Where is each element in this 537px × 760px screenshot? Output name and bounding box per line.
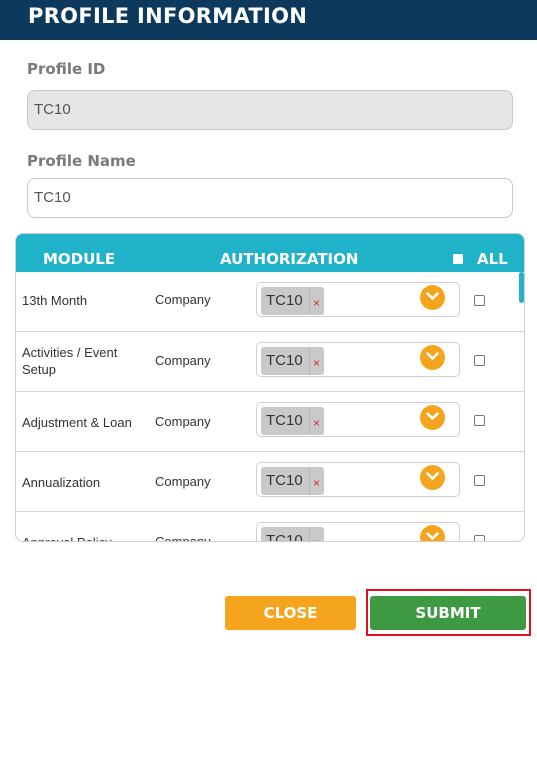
authorization-level: Company — [155, 414, 211, 429]
table-row: Activities / Event Setup Company TC10 × — [16, 332, 524, 392]
selected-tag: TC10 × — [261, 407, 324, 435]
module-name: 13th Month — [22, 293, 88, 308]
profile-multiselect[interactable]: TC10 × — [256, 282, 460, 317]
close-icon[interactable]: × — [313, 356, 320, 370]
selected-tag: TC10 × — [261, 347, 324, 375]
select-all-checkbox[interactable] — [453, 254, 463, 264]
chevron-down-icon[interactable] — [420, 405, 445, 430]
table-row: 13th Month Company TC10 × — [16, 272, 524, 332]
profile-multiselect[interactable]: TC10 × — [256, 402, 460, 437]
authorization-level: Company — [155, 474, 211, 489]
chevron-down-icon[interactable] — [420, 525, 445, 541]
tag-divider — [309, 527, 310, 541]
profile-modal: PROFILE INFORMATION Profile ID TC10 Prof… — [0, 0, 537, 760]
tag-label: TC10 — [266, 532, 303, 542]
close-button[interactable]: CLOSE — [225, 596, 356, 630]
modal-header: PROFILE INFORMATION — [0, 0, 537, 40]
table-body: 13th Month Company TC10 × Activities / E… — [16, 272, 524, 542]
column-header-module: MODULE — [43, 250, 116, 268]
profile-multiselect[interactable]: TC10 × — [256, 342, 460, 377]
column-header-authorization: AUTHORIZATION — [220, 250, 359, 268]
profile-id-label: Profile ID — [27, 60, 106, 78]
selected-tag: TC10 × — [261, 287, 324, 315]
selected-tag: TC10 × — [261, 467, 324, 495]
selected-tag: TC10 × — [261, 527, 324, 542]
row-checkbox[interactable] — [474, 295, 485, 306]
profile-name-label: Profile Name — [27, 152, 136, 170]
table-row: Approval Policy Company TC10 × — [16, 512, 524, 542]
tag-divider — [309, 467, 310, 495]
tag-divider — [309, 407, 310, 435]
table-scrollbar[interactable] — [519, 272, 524, 303]
tag-divider — [309, 287, 310, 315]
module-name: Activities / Event Setup — [22, 345, 118, 377]
profile-id-field: TC10 — [27, 90, 513, 130]
row-checkbox[interactable] — [474, 475, 485, 486]
profile-name-field[interactable]: TC10 — [27, 178, 513, 218]
close-icon[interactable]: × — [313, 476, 320, 490]
tag-label: TC10 — [266, 352, 303, 369]
close-icon[interactable]: × — [313, 296, 320, 310]
chevron-down-icon[interactable] — [420, 345, 445, 370]
authorization-level: Company — [155, 534, 211, 542]
table-header: MODULE AUTHORIZATION ALL — [16, 234, 524, 272]
authorization-level: Company — [155, 292, 211, 307]
module-name: Adjustment & Loan — [22, 415, 132, 430]
table-row: Adjustment & Loan Company TC10 × — [16, 392, 524, 452]
module-name: Approval Policy — [22, 534, 142, 541]
row-checkbox[interactable] — [474, 535, 485, 541]
row-checkbox[interactable] — [474, 415, 485, 426]
tag-label: TC10 — [266, 472, 303, 489]
chevron-down-icon[interactable] — [420, 465, 445, 490]
authorization-table: MODULE AUTHORIZATION ALL 13th Month Comp… — [15, 233, 525, 542]
page-title: PROFILE INFORMATION — [28, 4, 308, 28]
profile-multiselect[interactable]: TC10 × — [256, 462, 460, 497]
profile-multiselect[interactable]: TC10 × — [256, 522, 460, 542]
submit-button[interactable]: SUBMIT — [370, 596, 526, 630]
tag-divider — [309, 347, 310, 375]
column-header-all: ALL — [477, 250, 508, 268]
authorization-level: Company — [155, 353, 211, 368]
chevron-down-icon[interactable] — [420, 285, 445, 310]
table-row: Annualization Company TC10 × — [16, 452, 524, 512]
module-name: Annualization — [22, 475, 101, 490]
close-icon[interactable]: × — [313, 536, 320, 541]
close-icon[interactable]: × — [313, 416, 320, 430]
tag-label: TC10 — [266, 412, 303, 429]
tag-label: TC10 — [266, 292, 303, 309]
row-checkbox[interactable] — [474, 355, 485, 366]
